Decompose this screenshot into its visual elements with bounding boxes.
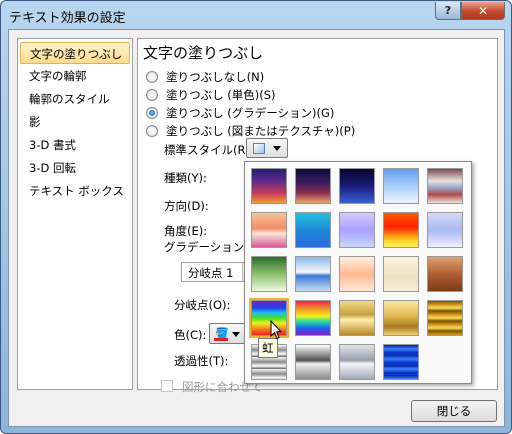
gradient-swatch-icon	[253, 143, 265, 154]
radio-label: 塗りつぶし (グラデーション)(G)	[166, 106, 335, 120]
mouse-cursor-icon	[270, 320, 282, 340]
gradient-swatch[interactable]	[339, 212, 375, 248]
radio-picture-fill[interactable]: 塗りつぶし (図またはテクスチャ)(P)	[146, 123, 355, 139]
nav-item-3d-format[interactable]: 3-D 書式	[20, 134, 130, 156]
gradient-swatch[interactable]	[339, 300, 375, 336]
close-icon[interactable]: ✕	[461, 2, 505, 20]
transparency-label: 透過性(T):	[174, 354, 229, 368]
radio-gradient-fill[interactable]: 塗りつぶし (グラデーション)(G)	[146, 105, 334, 121]
gradient-swatch[interactable]	[339, 168, 375, 204]
gradient-swatch[interactable]	[339, 256, 375, 292]
preset-gradient-gallery	[244, 161, 472, 384]
current-color-bar	[214, 338, 228, 341]
gradient-swatch[interactable]	[295, 256, 331, 292]
rotate-with-shape-checkbox[interactable]	[161, 380, 173, 392]
gradient-swatch[interactable]	[295, 300, 331, 336]
gradient-swatch[interactable]	[295, 168, 331, 204]
gradient-swatch[interactable]	[383, 212, 419, 248]
angle-label: 角度(E):	[164, 224, 208, 238]
color-label: 色(C):	[174, 328, 207, 342]
radio-button[interactable]	[146, 71, 158, 83]
preset-style-dropdown[interactable]	[246, 138, 288, 158]
gradient-swatch[interactable]	[383, 344, 419, 380]
nav-item-shadow[interactable]: 影	[20, 111, 130, 133]
gradient-swatch[interactable]	[383, 256, 419, 292]
gradient-swatch[interactable]	[427, 212, 463, 248]
title-bar[interactable]: テキスト効果の設定 ? ✕	[1, 1, 511, 29]
category-list: 文字の塗りつぶし 文字の輪郭 輪郭のスタイル 影 3-D 書式 3-D 回転 テ…	[17, 38, 133, 390]
swatch-tooltip: 虹	[258, 338, 278, 358]
gradient-swatch[interactable]	[339, 344, 375, 380]
radio-button[interactable]	[146, 125, 158, 137]
gradient-swatch[interactable]	[383, 168, 419, 204]
radio-label: 塗りつぶしなし(N)	[166, 70, 265, 84]
gradient-swatch[interactable]	[427, 300, 463, 336]
radio-button[interactable]	[146, 89, 158, 101]
gradient-swatch[interactable]	[383, 300, 419, 336]
color-picker-button[interactable]: 🪣	[209, 323, 245, 344]
gradient-swatch[interactable]	[251, 256, 287, 292]
radio-label: 塗りつぶし (単色)(S)	[166, 88, 276, 102]
nav-item-3d-rotation[interactable]: 3-D 回転	[20, 157, 130, 179]
radio-label: 塗りつぶし (図またはテクスチャ)(P)	[166, 124, 356, 138]
nav-item-outline-style[interactable]: 輪郭のスタイル	[20, 88, 130, 110]
preset-style-label: 標準スタイル(R):	[164, 143, 254, 157]
gradient-swatch[interactable]	[427, 168, 463, 204]
radio-solid-fill[interactable]: 塗りつぶし (単色)(S)	[146, 87, 276, 103]
chevron-down-icon	[232, 332, 240, 337]
nav-item-text-box[interactable]: テキスト ボックス	[20, 180, 130, 202]
nav-item-text-fill[interactable]: 文字の塗りつぶし	[20, 42, 130, 64]
gradient-swatch[interactable]	[295, 344, 331, 380]
chevron-down-icon	[273, 146, 281, 151]
combo-value: 分岐点 1	[188, 266, 234, 280]
radio-no-fill[interactable]: 塗りつぶしなし(N)	[146, 69, 264, 85]
help-button[interactable]: ?	[435, 2, 461, 20]
type-label: 種類(Y):	[164, 171, 207, 185]
gradient-swatch[interactable]	[251, 212, 287, 248]
gradient-swatch[interactable]	[427, 256, 463, 292]
panel-title: 文字の塗りつぶし	[143, 44, 264, 62]
gradient-swatch[interactable]	[251, 168, 287, 204]
direction-label: 方向(D):	[164, 199, 209, 213]
window-title: テキスト効果の設定	[9, 11, 126, 26]
radio-button[interactable]	[146, 107, 158, 119]
nav-item-text-outline[interactable]: 文字の輪郭	[20, 65, 130, 87]
gradient-swatch[interactable]	[295, 212, 331, 248]
stop-position-label: 分岐点(O):	[174, 298, 231, 312]
close-button[interactable]: 閉じる	[411, 400, 497, 422]
